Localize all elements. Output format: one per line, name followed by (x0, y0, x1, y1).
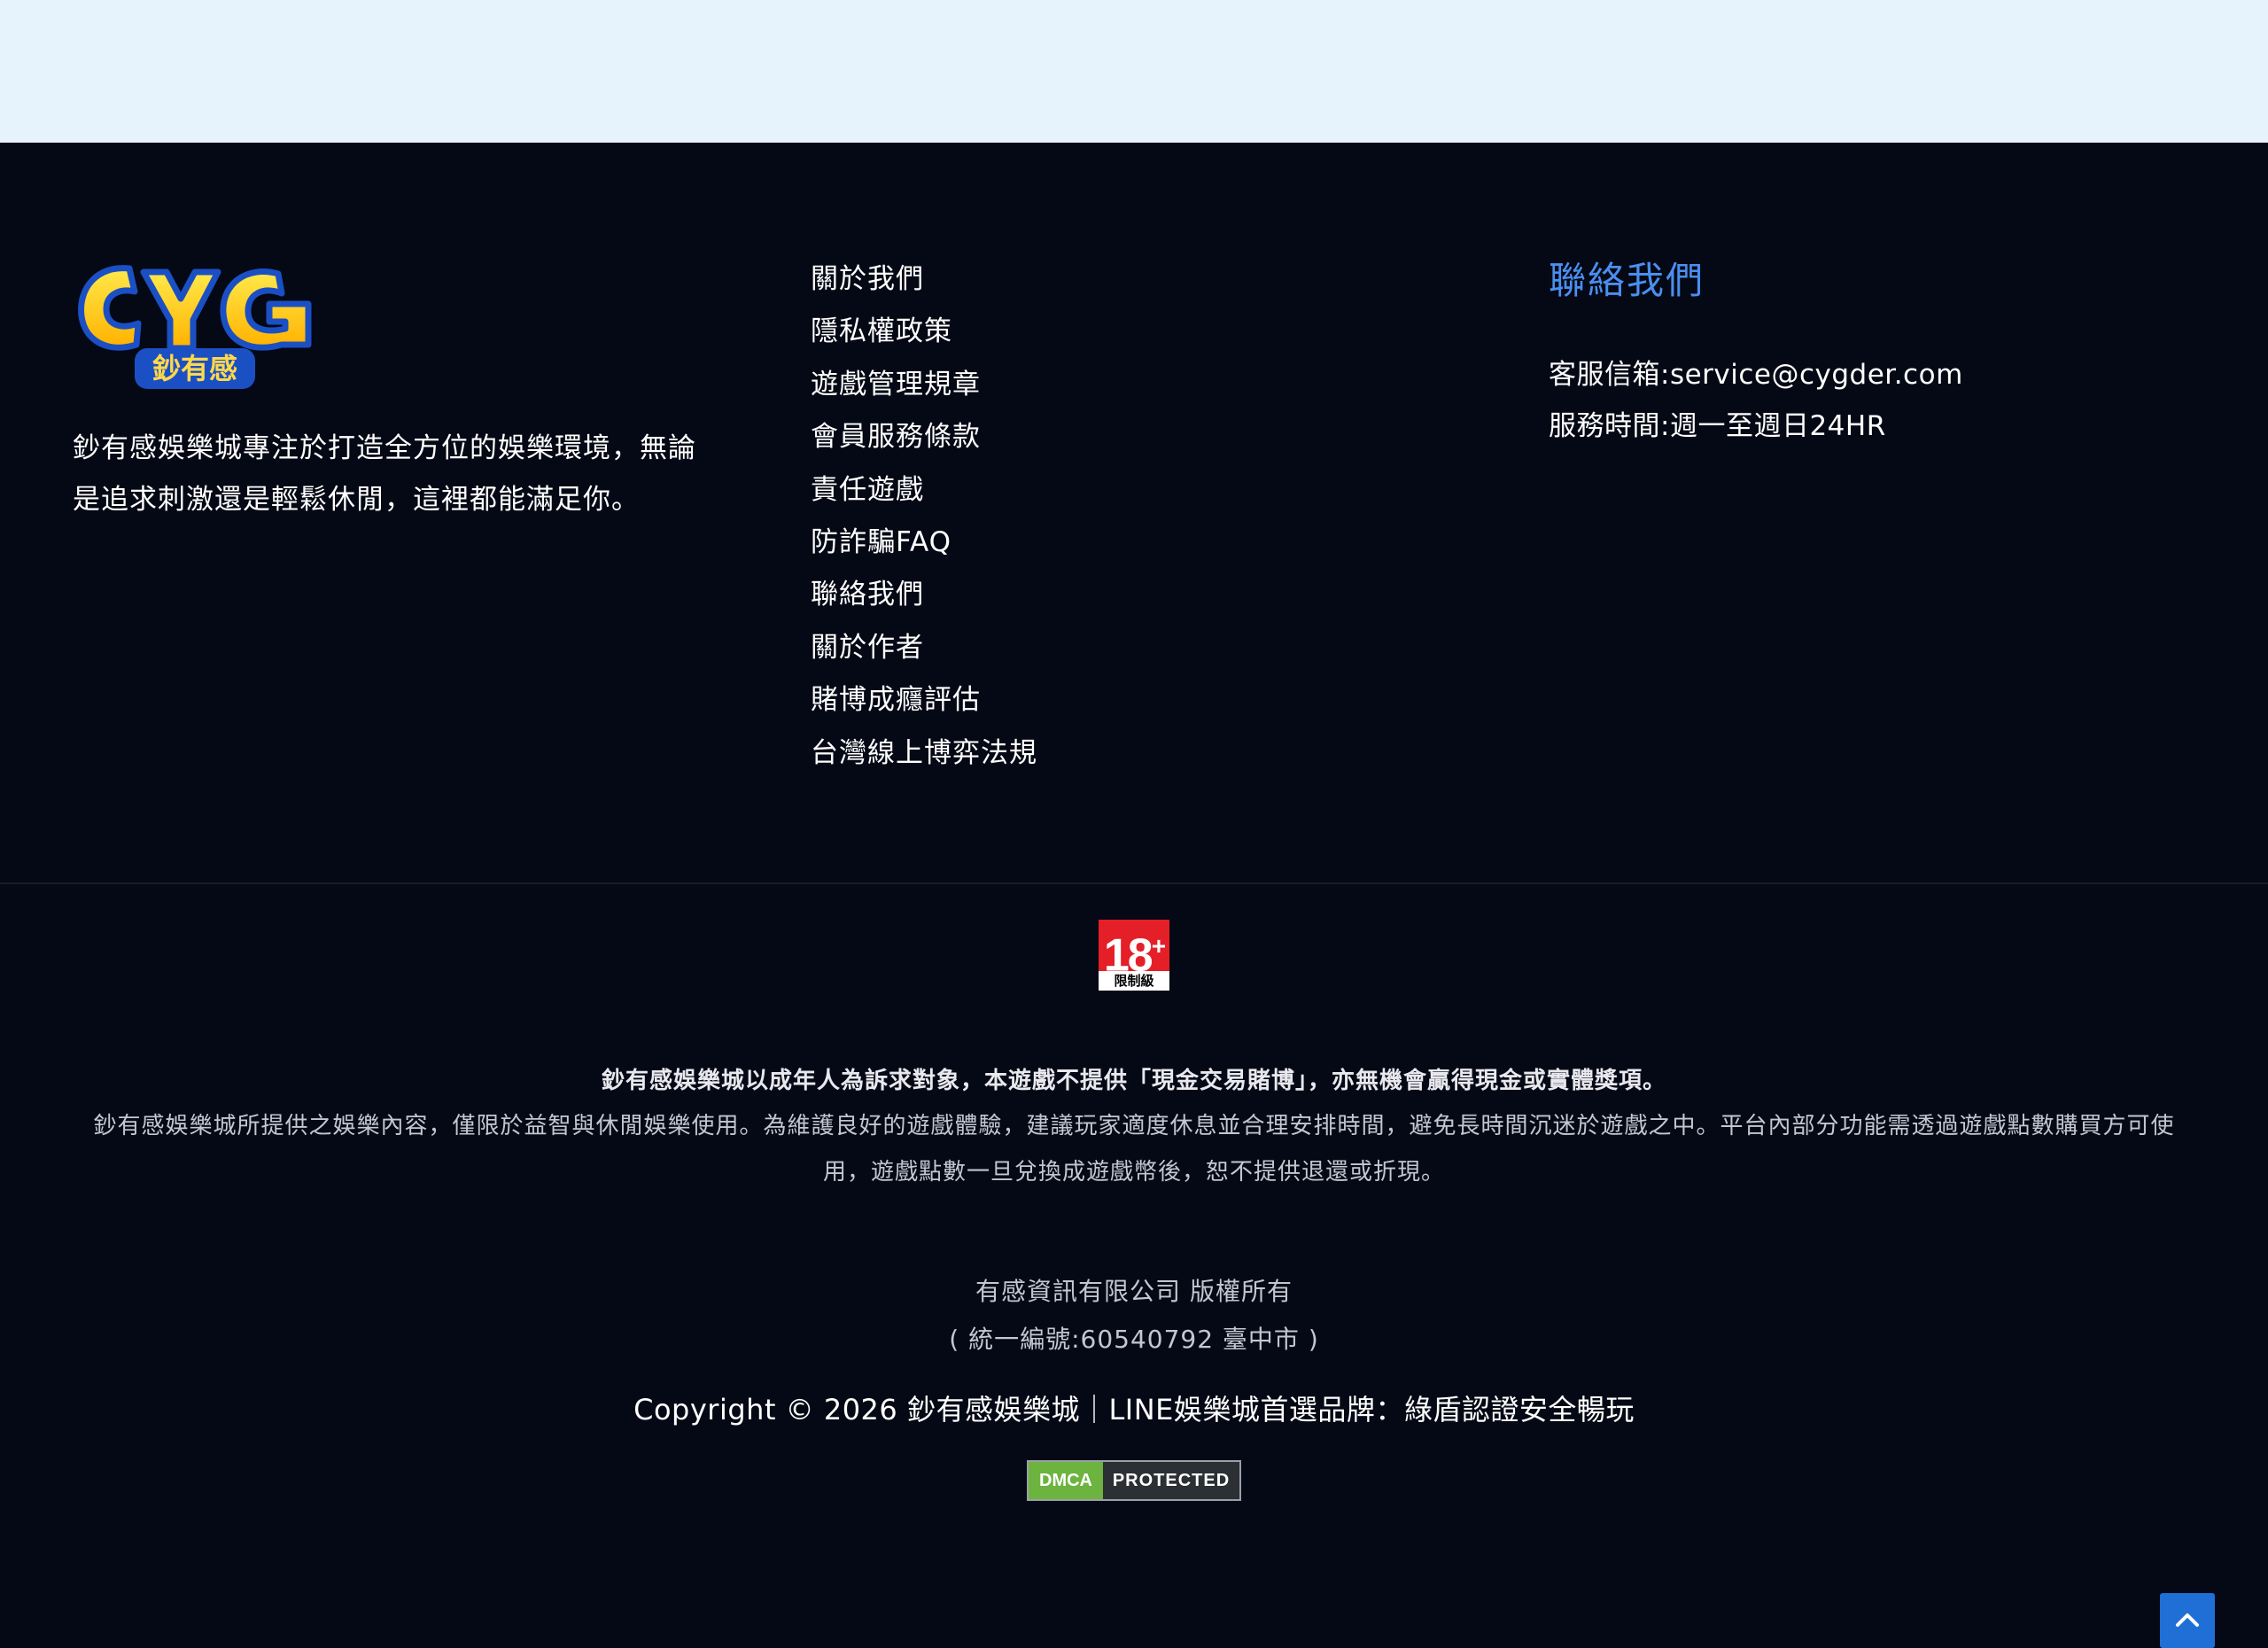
footer-links: 關於我們 隱私權政策 遊戲管理規章 會員服務條款 責任遊戲 防詐騙FAQ 聯絡我… (811, 253, 1037, 780)
company-registration: ( 統一編號:60540792 臺中市 ) (949, 1325, 1319, 1354)
logo-subtext: 鈔有感 (152, 352, 237, 385)
company-info: 有感資訊有限公司 版權所有 ( 統一編號:60540792 臺中市 ) (0, 1268, 2268, 1364)
company-name: 有感資訊有限公司 版權所有 (975, 1277, 1293, 1306)
age-rating-number: 18+ (1099, 920, 1169, 981)
chevron-up-icon (2176, 1613, 2199, 1627)
footer-link-author[interactable]: 關於作者 (811, 622, 1037, 674)
site-footer: 鈔有感 鈔有感娛樂城專注於打造全方位的娛樂環境，無論是追求刺激還是輕鬆休閒，這裡… (0, 143, 2268, 1648)
adult-notice-headline: 鈔有感娛樂城以成年人為訴求對象，本遊戲不提供「現金交易賭博」，亦無機會贏得現金或… (601, 1068, 1666, 1094)
scroll-to-top-button[interactable] (2160, 1593, 2215, 1648)
copyright-text: Copyright © 2026 鈔有感娛樂城｜LINE娛樂城首選品牌：綠盾認證… (633, 1393, 1635, 1426)
contact-heading: 聯絡我們 (1549, 259, 1705, 302)
brand-logo[interactable]: 鈔有感 (73, 249, 317, 398)
dmca-protected-label: PROTECTED (1103, 1462, 1239, 1499)
dmca-label: DMCA (1029, 1462, 1103, 1499)
age-rating-badge: 18+ 限制級 (1099, 920, 1169, 991)
dmca-badge[interactable]: DMCA PROTECTED (1027, 1460, 1241, 1501)
brand-description: 鈔有感娛樂城專注於打造全方位的娛樂環境，無論是追求刺激還是輕鬆休閒，這裡都能滿足… (73, 432, 696, 516)
adult-notice-body: 鈔有感娛樂城所提供之娛樂內容，僅限於益智與休閒娛樂使用。為維護良好的遊戲體驗，建… (93, 1113, 2175, 1185)
footer-link-privacy[interactable]: 隱私權政策 (811, 306, 1037, 358)
footer-link-about[interactable]: 關於我們 (811, 253, 1037, 306)
age-rating-label: 限制級 (1114, 973, 1154, 989)
logo-graphic: 鈔有感 (78, 265, 312, 389)
footer-link-member-terms[interactable]: 會員服務條款 (811, 411, 1037, 463)
top-content-band (0, 0, 2268, 143)
footer-link-addiction-assessment[interactable]: 賭博成癮評估 (811, 674, 1037, 727)
footer-divider (0, 882, 2268, 884)
footer-link-anti-fraud-faq[interactable]: 防詐騙FAQ (811, 517, 1037, 569)
footer-link-game-rules[interactable]: 遊戲管理規章 (811, 359, 1037, 411)
contact-hours: 服務時間:週一至週日24HR (1549, 410, 1886, 442)
contact-email: 客服信箱:service@cygder.com (1549, 359, 1963, 391)
footer-link-contact[interactable]: 聯絡我們 (811, 569, 1037, 621)
footer-link-responsible-gaming[interactable]: 責任遊戲 (811, 464, 1037, 517)
footer-link-taiwan-regulations[interactable]: 台灣線上博弈法規 (811, 727, 1037, 780)
